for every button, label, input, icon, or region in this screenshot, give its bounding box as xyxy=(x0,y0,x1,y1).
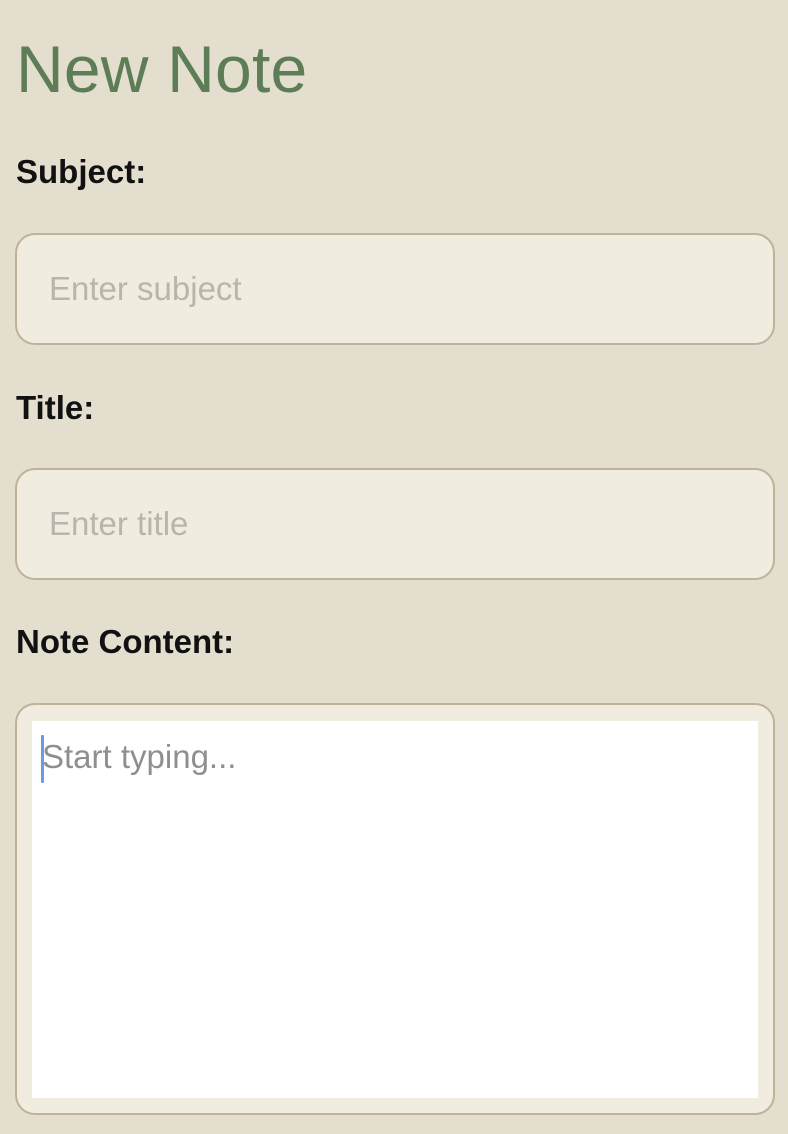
note-content-label: Note Content: xyxy=(16,623,235,660)
subject-label: Subject: xyxy=(16,153,147,190)
title-label: Title: xyxy=(16,389,95,426)
subject-input[interactable] xyxy=(15,233,775,345)
text-cursor xyxy=(41,735,44,783)
note-content-textarea[interactable] xyxy=(32,721,758,1098)
title-input[interactable] xyxy=(15,468,775,580)
page-title: New Note xyxy=(16,32,308,106)
note-content-frame xyxy=(15,703,775,1115)
